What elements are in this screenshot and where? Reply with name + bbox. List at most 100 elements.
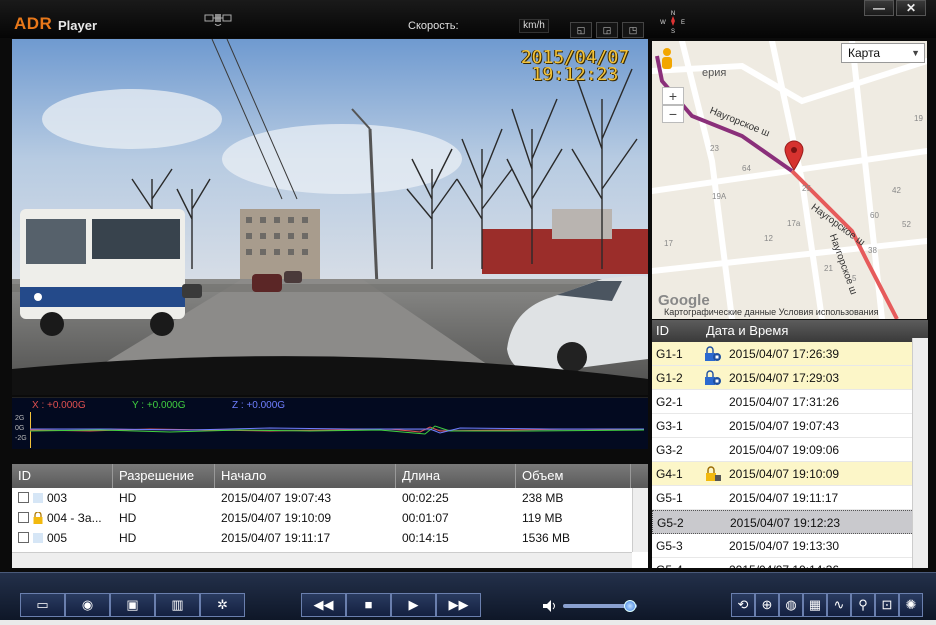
file-start-cell: 2015/04/07 19:11:17: [221, 531, 331, 545]
file-row[interactable]: 005 HD 2015/04/07 19:11:17 00:14:15 1536 MB: [12, 528, 648, 548]
gsensor-graph: X : +0.000G Y : +0.000G Z : +0.000G 2G 0…: [12, 397, 648, 449]
play-button[interactable]: ▶: [391, 593, 436, 617]
gps-row-id: G3-1: [656, 419, 683, 433]
file-row[interactable]: 004 - За... HD 2015/04/07 19:10:09 00:01:07…: [12, 508, 648, 528]
view-mode-1-button[interactable]: ◱: [570, 22, 592, 38]
gps-row[interactable]: G3-2 2015/04/07 19:09:06: [652, 438, 928, 462]
zoom-in-button[interactable]: +: [662, 87, 684, 105]
gps-row[interactable]: G5-1 2015/04/07 19:11:17: [652, 486, 928, 510]
fast-forward-icon: ▶▶: [448, 597, 469, 612]
gps-row[interactable]: G4-1 2015/04/07 19:10:09: [652, 462, 928, 486]
col-resolution[interactable]: Разрешение: [113, 464, 215, 488]
adr-player-window: ADR Player Скорость: km/h ◱ ◲ ◳ N S W E …: [0, 0, 936, 625]
volume-icon[interactable]: [543, 600, 557, 612]
map-building-number: 21: [824, 264, 833, 273]
logo-player: Player: [58, 18, 98, 33]
file-length-cell: 00:02:25: [402, 491, 449, 505]
lock-icon: [33, 512, 43, 524]
delete-button[interactable]: ▥: [155, 593, 200, 617]
lock-sd-icon: [705, 370, 721, 385]
tick-mid: 0G: [15, 425, 25, 432]
globe-button[interactable]: ◍: [779, 593, 803, 617]
file-res-cell: HD: [119, 531, 137, 545]
file-checkbox[interactable]: [18, 512, 29, 523]
fullscreen-button[interactable]: ◳: [622, 22, 644, 38]
gps-row[interactable]: G5-3 2015/04/07 19:13:30: [652, 534, 928, 558]
gps-row[interactable]: G3-1 2015/04/07 19:07:43: [652, 414, 928, 438]
file-checkbox[interactable]: [18, 492, 29, 503]
tick-top: 2G: [15, 415, 25, 422]
file-size-cell: 119 MB: [522, 511, 563, 525]
view-mode-2-button[interactable]: ◲: [596, 22, 618, 38]
rotate-button[interactable]: ⟲: [731, 593, 755, 617]
map-panel[interactable]: 23 64 19А 17а 60 38 42 52 12 5 19 21 17 25 ерия + − К…: [652, 41, 927, 319]
save-button[interactable]: ▣: [110, 593, 155, 617]
col-length[interactable]: Длина: [396, 464, 516, 488]
file-vertical-scrollbar[interactable]: [632, 488, 648, 552]
location-marker-icon: [784, 140, 804, 171]
waveform-button[interactable]: ∿: [827, 593, 851, 617]
gps-row[interactable]: G2-1 2015/04/07 17:31:26: [652, 390, 928, 414]
file-id-text: 004 - За...: [47, 511, 102, 525]
settings-button[interactable]: ✲: [200, 593, 245, 617]
settings-icon: ✲: [217, 597, 228, 612]
lock-sd-icon: [705, 346, 721, 361]
lock-icon: [706, 466, 721, 481]
file-horizontal-scrollbar[interactable]: [12, 552, 632, 568]
tick-bottom: -2G: [15, 435, 27, 442]
stop-button[interactable]: ■: [346, 593, 391, 617]
gps-icon: ⊕: [761, 597, 773, 612]
file-table: ID Разрешение Начало Длина Объем 003 HD 20…: [12, 464, 648, 568]
search-icon: ⚲: [858, 597, 868, 612]
fast-forward-button[interactable]: ▶▶: [436, 593, 481, 617]
file-length-cell: 00:14:15: [402, 531, 449, 545]
col-size[interactable]: Объем: [516, 464, 631, 488]
map-building-number: 19А: [712, 192, 727, 201]
file-row[interactable]: 003 HD 2015/04/07 19:07:43 00:02:25 238 MB: [12, 488, 648, 508]
image-button[interactable]: ▦: [803, 593, 827, 617]
speed-unit: km/h: [519, 19, 549, 33]
col-start[interactable]: Начало: [215, 464, 396, 488]
gps-row[interactable]: G1-1 2015/04/07 17:26:39: [652, 342, 928, 366]
map-canvas: 236419А17а6038425212519211725: [652, 41, 927, 319]
gps-row-id: G1-1: [656, 347, 683, 361]
col-id[interactable]: ID: [12, 464, 113, 488]
gsensor-waveform: [30, 412, 644, 448]
map-building-number: 19: [914, 114, 923, 123]
gps-list-header: ID Дата и Время: [652, 320, 928, 342]
gps-row[interactable]: G1-2 2015/04/07 17:29:03: [652, 366, 928, 390]
gps-row-datetime: 2015/04/07 19:11:17: [729, 491, 839, 505]
file-checkbox[interactable]: [18, 532, 29, 543]
playback-group: ◀◀ ■ ▶ ▶▶: [301, 593, 481, 617]
brightness-button[interactable]: ✺: [899, 593, 923, 617]
rewind-button[interactable]: ◀◀: [301, 593, 346, 617]
gps-col-id[interactable]: ID: [652, 320, 702, 342]
save-icon: ▣: [126, 597, 139, 612]
gps-row[interactable]: G5-4 2015/04/07 19:14:36: [652, 558, 928, 568]
file-start-cell: 2015/04/07 19:07:43: [221, 491, 332, 505]
gps-button[interactable]: ⊕: [755, 593, 779, 617]
map-type-select[interactable]: Карта ▼: [841, 43, 925, 63]
gps-scrollbar[interactable]: [912, 338, 928, 568]
status-strip: [0, 620, 936, 625]
file-rows: 003 HD 2015/04/07 19:07:43 00:02:25 238 MB 00…: [12, 488, 648, 548]
file-id-text: 003: [47, 491, 68, 505]
lock-button[interactable]: ⊡: [875, 593, 899, 617]
map-building-number: 17а: [787, 219, 801, 228]
open-folder-button[interactable]: ▭: [20, 593, 65, 617]
zoom-out-button[interactable]: −: [662, 105, 684, 123]
gps-col-datetime[interactable]: Дата и Время: [702, 320, 912, 342]
street-view-pegman-icon[interactable]: [659, 47, 675, 75]
gsensor-y-label: Y : +0.000G: [132, 400, 186, 411]
volume-knob[interactable]: [623, 600, 636, 612]
search-button[interactable]: ⚲: [851, 593, 875, 617]
gps-row-id: G5-4: [656, 558, 683, 568]
close-button[interactable]: ✕: [896, 0, 926, 16]
snapshot-button[interactable]: ◉: [65, 593, 110, 617]
video-frame[interactable]: 2015/04/07 19:12:23: [12, 39, 648, 395]
stop-icon: ■: [364, 597, 373, 612]
minimize-button[interactable]: —: [864, 0, 894, 16]
gps-row[interactable]: G5-2 2015/04/07 19:12:23: [652, 510, 928, 534]
waveform-icon: ∿: [833, 597, 845, 612]
map-credit[interactable]: Картографические данные Условия использо…: [664, 307, 879, 317]
